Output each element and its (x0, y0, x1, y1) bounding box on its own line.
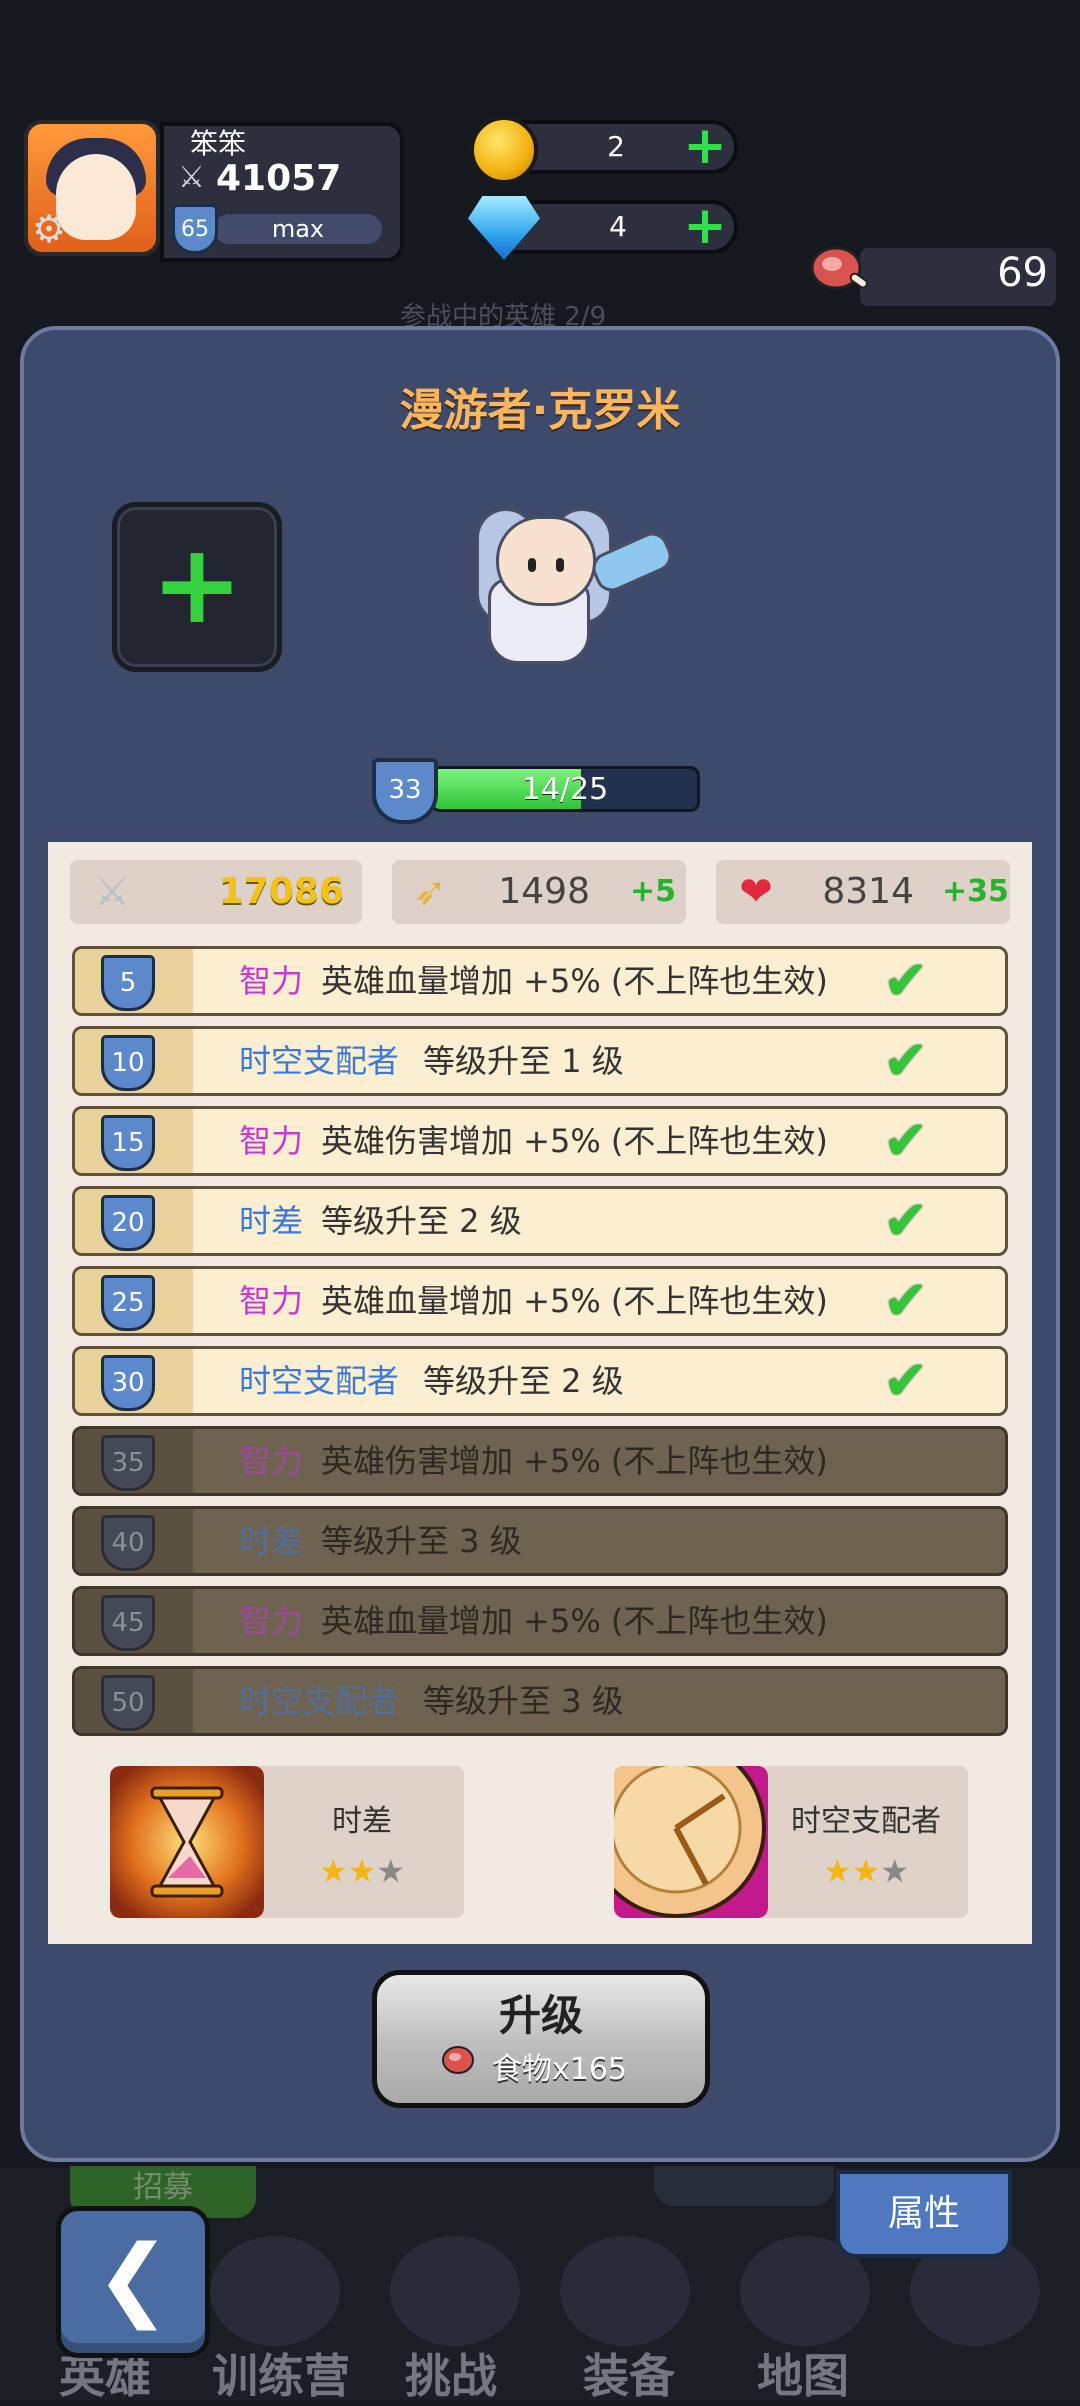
hero-name-title: 漫游者·克罗米 (399, 385, 681, 436)
talent-description: 英雄血量增加 +5% (不上阵也生效) (321, 1282, 828, 1320)
diamond-value: 4 (609, 210, 627, 243)
skill-name-1: 时差 (332, 1804, 392, 1839)
talent-description: 英雄血量增加 +5% (不上阵也生效) (321, 1602, 828, 1640)
avatar-face (56, 154, 136, 240)
checkmark-icon: ✔ (883, 949, 929, 1012)
talent-row: 20 时差 等级升至 2 级 ✔ (72, 1186, 1008, 1256)
speed-wing-icon: ➶ (413, 869, 447, 915)
talent-level-badge: 40 (101, 1515, 155, 1571)
talent-row: 35 智力 英雄伤害增加 +5% (不上阵也生效) (72, 1426, 1008, 1496)
add-gold-plus-icon[interactable]: + (682, 120, 728, 172)
player-name: 笨笨 (190, 127, 247, 160)
talent-description: 等级升至 3 级 (321, 1522, 522, 1560)
nav-training-camp[interactable]: 训练营 (196, 2340, 366, 2406)
nav-equipment[interactable]: 装备 (544, 2340, 714, 2406)
talent-row: 15 智力 英雄伤害增加 +5% (不上阵也生效) ✔ (72, 1106, 1008, 1176)
talent-keyword: 智力 (239, 962, 304, 1000)
talent-row: 40 时差 等级升至 3 级 (72, 1506, 1008, 1576)
talent-keyword: 时差 (239, 1522, 304, 1560)
talent-description: 等级升至 2 级 (321, 1202, 522, 1240)
hidden-pill-button (654, 2166, 834, 2206)
talent-level-badge: 50 (101, 1675, 155, 1731)
challenge-sword-icon (390, 2236, 520, 2346)
talent-level-badge: 10 (101, 1035, 155, 1091)
talent-row: 45 智力 英雄血量增加 +5% (不上阵也生效) (72, 1586, 1008, 1656)
player-level-status: max (214, 214, 382, 244)
hero-sprite (470, 508, 680, 678)
attribute-button[interactable]: 属性 (836, 2170, 1012, 2258)
skill-name-2: 时空支配者 (791, 1804, 941, 1839)
upgrade-button-label: 升级 (498, 1991, 583, 2040)
back-button[interactable]: ❮ (56, 2206, 210, 2358)
skill-stars-2: ★★★ (822, 1852, 910, 1890)
player-level-badge: 65 (172, 204, 218, 254)
talent-row: 5 智力 英雄血量增加 +5% (不上阵也生效) ✔ (72, 946, 1008, 1016)
talent-keyword: 时差 (239, 1202, 304, 1240)
talent-keyword: 时空支配者 (239, 1042, 400, 1080)
meat-icon (810, 246, 868, 290)
talent-keyword: 智力 (239, 1602, 304, 1640)
talent-keyword: 时空支配者 (239, 1362, 400, 1400)
add-plus-icon: + (150, 520, 244, 648)
talent-level-badge: 15 (101, 1115, 155, 1171)
talent-description: 等级升至 1 级 (423, 1042, 624, 1080)
talent-row: 30 时空支配者 等级升至 2 级 ✔ (72, 1346, 1008, 1416)
talent-description: 等级升至 3 级 (423, 1682, 624, 1720)
nav-map[interactable]: 地图 (718, 2340, 888, 2406)
meat-cost-icon (442, 2046, 474, 2074)
upgrade-cost: 食物x165 (492, 2052, 628, 2087)
add-diamond-plus-icon[interactable]: + (682, 200, 728, 252)
talent-keyword: 时空支配者 (239, 1682, 400, 1720)
meat-value: 69 (997, 250, 1048, 296)
settings-gear-icon[interactable]: ⚙ (32, 210, 66, 248)
talent-level-badge: 20 (101, 1195, 155, 1251)
talent-level-badge: 25 (101, 1275, 155, 1331)
combat-power-icon: ⚔ (178, 160, 205, 195)
clock-dial-icon (614, 1766, 768, 1918)
player-avatar[interactable]: ⚙ (24, 120, 160, 256)
talent-level-badge: 35 (101, 1435, 155, 1491)
checkmark-icon: ✔ (883, 1269, 929, 1332)
talent-level-badge: 30 (101, 1355, 155, 1411)
checkmark-icon: ✔ (883, 1109, 929, 1172)
talent-keyword: 智力 (239, 1442, 304, 1480)
hero-xp-text: 14/25 (521, 772, 609, 807)
checkmark-icon: ✔ (883, 1189, 929, 1252)
gold-value: 2 (607, 130, 625, 163)
attack-swords-icon: ⚔ (94, 869, 130, 915)
talent-description: 英雄伤害增加 +5% (不上阵也生效) (321, 1122, 828, 1160)
hp-stat-bonus: +35 (942, 874, 1009, 909)
talent-description: 英雄伤害增加 +5% (不上阵也生效) (321, 1442, 828, 1480)
equipment-icon (560, 2236, 690, 2346)
checkmark-icon: ✔ (883, 1029, 929, 1092)
hp-stat-value: 8314 (822, 871, 914, 912)
back-chevron-icon: ❮ (95, 2226, 171, 2331)
combat-power-value: 41057 (216, 158, 342, 199)
skill-stars-1: ★★★ (318, 1852, 406, 1890)
talent-description: 等级升至 2 级 (423, 1362, 624, 1400)
talent-row: 50 时空支配者 等级升至 3 级 (72, 1666, 1008, 1736)
talent-keyword: 智力 (239, 1122, 304, 1160)
attack-stat-value: 17086 (218, 871, 344, 912)
talent-level-badge: 5 (101, 955, 155, 1011)
checkmark-icon: ✔ (883, 1349, 929, 1412)
talent-keyword: 智力 (239, 1282, 304, 1320)
talent-row: 10 时空支配者 等级升至 1 级 ✔ (72, 1026, 1008, 1096)
hero-level-badge: 33 (372, 758, 438, 824)
training-camp-icon (210, 2236, 340, 2346)
hourglass-icon (110, 1766, 264, 1918)
talent-row: 25 智力 英雄血量增加 +5% (不上阵也生效) ✔ (72, 1266, 1008, 1336)
heart-icon: ❤ (739, 869, 773, 915)
speed-stat-value: 1498 (498, 871, 590, 912)
nav-challenge[interactable]: 挑战 (366, 2340, 536, 2406)
talent-level-badge: 45 (101, 1595, 155, 1651)
gold-coin-icon (470, 116, 538, 184)
talent-description: 英雄血量增加 +5% (不上阵也生效) (321, 962, 828, 1000)
speed-stat-bonus: +5 (630, 874, 677, 909)
equip-slot-add[interactable]: + (112, 502, 282, 672)
